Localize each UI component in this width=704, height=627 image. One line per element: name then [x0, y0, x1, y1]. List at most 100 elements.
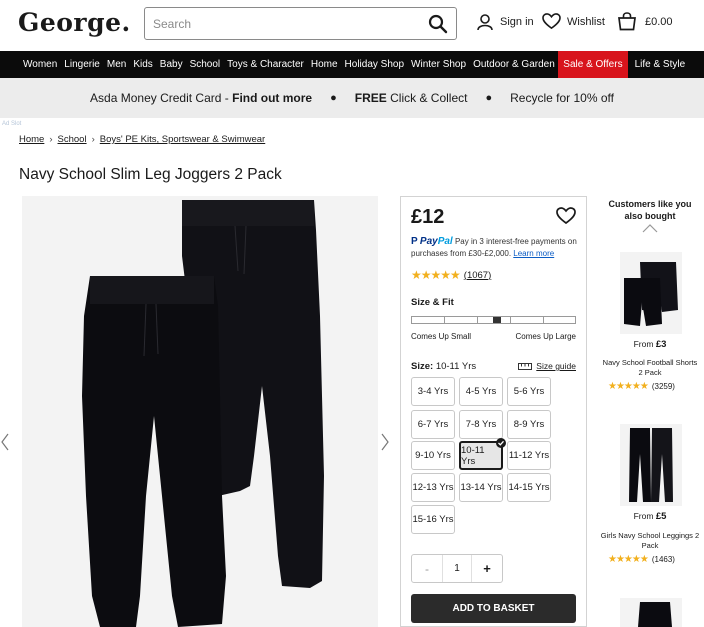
signin-link[interactable]: Sign in [476, 13, 534, 31]
nav-women[interactable]: Women [0, 51, 61, 78]
chevron-left-icon[interactable] [0, 432, 10, 452]
rec-review-count: (3259) [651, 382, 675, 391]
george-logo[interactable]: George. [18, 8, 131, 37]
nav-lingerie[interactable]: Lingerie [61, 51, 104, 78]
nav-winter-shop[interactable]: Winter Shop [408, 51, 470, 78]
quantity-increase-button[interactable]: + [472, 561, 502, 576]
nav-baby[interactable]: Baby [156, 51, 186, 78]
chevron-right-icon: › [49, 134, 53, 145]
fit-tick [444, 317, 445, 323]
rec-rating: ★★★★★ (1463) [608, 554, 704, 565]
nav-holiday-shop[interactable]: Holiday Shop [341, 51, 407, 78]
wishlist-link[interactable]: Wishlist [542, 13, 605, 30]
search-input[interactable]: Search [153, 17, 191, 31]
page-title: Navy School Slim Leg Joggers 2 Pack [19, 166, 282, 183]
promo-bar: Asda Money Credit Card - Find out more ●… [0, 78, 704, 118]
promo-click-collect[interactable]: FREE Click & Collect [355, 91, 468, 105]
promo-recycle[interactable]: Recycle for 10% off [510, 91, 614, 105]
main-nav: Women Lingerie Men Kids Baby School Toys… [0, 51, 704, 78]
nav-toys-character[interactable]: Toys & Character [224, 51, 308, 78]
size-option[interactable]: 14-15 Yrs [507, 473, 551, 502]
chevron-right-icon[interactable] [380, 432, 390, 452]
paypal-learn-more-link[interactable]: Learn more [513, 249, 554, 258]
breadcrumb-school[interactable]: School [58, 134, 87, 145]
ad-slot-tag: Ad Slot [2, 121, 22, 127]
basket-icon [618, 12, 636, 31]
size-option[interactable]: 7-8 Yrs [459, 410, 503, 439]
checkmark-icon [496, 438, 506, 448]
quantity-value[interactable]: 1 [442, 555, 472, 582]
fit-small-label: Comes Up Small [411, 332, 472, 341]
rec-review-count: (1463) [651, 555, 675, 564]
product-card: £12 P PayPal Pay in 3 interest-free paym… [400, 196, 587, 627]
paypal-logo-pay: Pay [419, 236, 438, 247]
nav-school[interactable]: School [186, 51, 224, 78]
size-option[interactable]: 5-6 Yrs [507, 377, 551, 406]
fit-large-label: Comes Up Large [515, 332, 576, 341]
rec-product-name[interactable]: Girls Navy School Leggings 2 Pack [600, 531, 700, 551]
breadcrumb-boys-pe-kits[interactable]: Boys' PE Kits, Sportswear & Swimwear [100, 134, 265, 145]
leggings-image [629, 428, 673, 502]
quantity-stepper[interactable]: - 1 + [411, 554, 503, 583]
nav-sale-offers[interactable]: Sale & Offers [558, 51, 628, 78]
size-guide-link[interactable]: Size guide [518, 361, 576, 371]
nav-kids[interactable]: Kids [130, 51, 156, 78]
quantity-decrease-button[interactable]: - [412, 562, 442, 576]
heart-icon [542, 13, 561, 30]
add-to-basket-button[interactable]: ADD TO BASKET [411, 594, 576, 623]
nav-home[interactable]: Home [307, 51, 341, 78]
chevron-right-icon: › [91, 134, 95, 145]
size-option[interactable]: 4-5 Yrs [459, 377, 503, 406]
wishlist-heart-icon[interactable] [556, 207, 576, 225]
shorts-image [624, 262, 678, 326]
rec-price: From £5 [633, 511, 667, 522]
chevron-up-icon[interactable] [642, 224, 658, 233]
fit-tick [510, 317, 511, 323]
size-option[interactable]: 12-13 Yrs [411, 473, 455, 502]
paypal-p-icon: P [411, 236, 418, 247]
size-selected-label: Size: 10-11 Yrs [411, 361, 477, 372]
promo-separator: ● [330, 92, 337, 104]
fit-scale [411, 316, 576, 324]
paypal-logo-pal: Pal [437, 236, 453, 247]
promo-separator: ● [485, 92, 493, 104]
size-option[interactable]: 13-14 Yrs [459, 473, 503, 502]
recommendations-title: Customers like you also bought [608, 199, 692, 221]
nav-men[interactable]: Men [103, 51, 129, 78]
nav-life-style[interactable]: Life & Style [628, 51, 689, 78]
breadcrumb: Home › School › Boys' PE Kits, Sportswea… [19, 134, 265, 145]
star-rating-icon: ★★★★★ [411, 268, 461, 282]
joggers-image [82, 200, 324, 627]
size-option[interactable]: 8-9 Yrs [507, 410, 551, 439]
size-option[interactable]: 11-12 Yrs [507, 441, 551, 470]
review-count[interactable]: (1067) [464, 270, 491, 281]
rec-rating: ★★★★★ (3259) [608, 381, 704, 392]
rec-product-image[interactable] [620, 424, 682, 506]
size-option[interactable]: 9-10 Yrs [411, 441, 455, 470]
star-rating-icon: ★★★★★ [608, 554, 649, 565]
promo-credit-card[interactable]: Asda Money Credit Card - Find out more [90, 91, 312, 105]
fit-marker [493, 317, 501, 323]
basket-link[interactable]: £0.00 [617, 12, 673, 31]
breadcrumb-home[interactable]: Home [19, 134, 44, 145]
ruler-icon [518, 362, 533, 370]
size-option-selected[interactable]: 10-11 Yrs [459, 438, 506, 470]
rec-product-image[interactable] [620, 598, 682, 627]
search-box[interactable]: Search [144, 7, 457, 40]
search-icon[interactable] [428, 14, 448, 34]
size-option-label: 10-11 Yrs [461, 444, 485, 467]
fit-tick [477, 317, 478, 323]
rec-product-image[interactable] [620, 252, 682, 334]
rec-product-name[interactable]: Navy School Football Shorts 2 Pack [600, 358, 700, 378]
recommendations-panel: Customers like you also bought From £3 N… [600, 196, 704, 627]
nav-outdoor-garden[interactable]: Outdoor & Garden [470, 51, 559, 78]
star-rating-icon: ★★★★★ [608, 381, 649, 392]
product-image[interactable] [22, 196, 378, 627]
size-option[interactable]: 3-4 Yrs [411, 377, 455, 406]
site-header: George. Search Sign in Wishlist £0.00 [0, 0, 704, 51]
product-rating[interactable]: ★★★★★ (1067) [411, 268, 491, 282]
size-option[interactable]: 15-16 Yrs [411, 505, 455, 534]
size-option[interactable]: 6-7 Yrs [411, 410, 455, 439]
paypal-info: P PayPal Pay in 3 interest-free payments… [411, 236, 583, 260]
basket-total: £0.00 [645, 15, 673, 28]
